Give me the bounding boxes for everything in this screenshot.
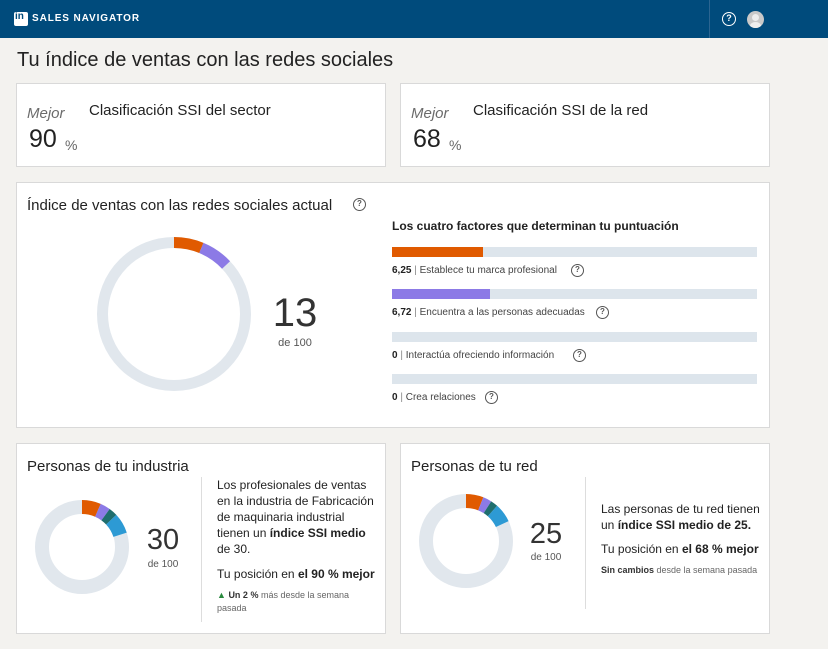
rank-mejor-label: Mejor xyxy=(411,105,449,122)
top-bar: in SALES NAVIGATOR ? xyxy=(0,0,828,38)
brand-name[interactable]: SALES NAVIGATOR xyxy=(32,13,140,24)
factor-bar-4 xyxy=(392,374,757,384)
industry-score-value: 30 xyxy=(146,524,180,556)
position-bold: el 68 % mejor xyxy=(681,542,759,556)
rank-unit: % xyxy=(449,137,462,153)
change-bold: Sin cambios xyxy=(601,565,655,575)
factor-name: Establece tu marca profesional xyxy=(419,265,557,276)
industry-position: Tu posición en el 90 % mejor xyxy=(217,566,387,582)
rank-title: Clasificación SSI del sector xyxy=(89,102,271,119)
factor-bar-2 xyxy=(392,289,757,299)
ssi-donut-chart xyxy=(97,237,251,391)
network-card-title: Personas de tu red xyxy=(411,458,538,475)
factor-label-3: 0 | Interactúa ofreciendo información xyxy=(392,350,555,361)
divider xyxy=(585,477,586,609)
network-people-card: Personas de tu red 25 de 100 Las persona… xyxy=(400,443,770,634)
factor-label-4: 0 | Crea relaciones xyxy=(392,392,476,403)
industry-score-out-of: de 100 xyxy=(147,559,179,570)
position-text: Tu posición en xyxy=(217,567,298,581)
help-circle-icon[interactable]: ? xyxy=(353,198,366,211)
industry-rank-card: Mejor Clasificación SSI del sector 90 % xyxy=(16,83,386,167)
position-text: Tu posición en xyxy=(601,542,682,556)
factor-value: 0 xyxy=(392,392,398,403)
factors-title: Los cuatro factores que determinan tu pu… xyxy=(392,219,679,233)
ssi-score-out-of: de 100 xyxy=(278,337,312,349)
desc-text: de 30. xyxy=(217,542,251,556)
page-title: Tu índice de ventas con las redes social… xyxy=(17,49,394,71)
divider xyxy=(201,477,202,622)
change-text: desde la semana pasada xyxy=(654,565,758,575)
help-circle-icon[interactable]: ? xyxy=(571,264,584,277)
user-avatar-icon[interactable] xyxy=(747,11,764,28)
change-bold: Un 2 % xyxy=(228,590,259,600)
network-description: Las personas de tu red tienen un índice … xyxy=(601,501,766,533)
arrow-up-icon: ▲ xyxy=(217,590,226,600)
help-circle-icon[interactable]: ? xyxy=(573,349,586,362)
industry-change: ▲ Un 2 % más desde la semana pasada xyxy=(217,589,367,615)
factor-bar-fill xyxy=(392,247,484,257)
factor-name: Encuentra a las personas adecuadas xyxy=(419,307,585,318)
industry-people-card: Personas de tu industria 30 de 100 Los p… xyxy=(16,443,386,634)
factor-bar-3 xyxy=(392,332,757,342)
network-score-value: 25 xyxy=(529,518,563,550)
factor-bar-1 xyxy=(392,247,757,257)
help-circle-icon[interactable]: ? xyxy=(596,306,609,319)
factor-label-2: 6,72 | Encuentra a las personas adecuada… xyxy=(392,307,585,318)
help-circle-icon[interactable]: ? xyxy=(722,12,736,26)
factor-bar-fill xyxy=(392,289,491,299)
factor-name: Crea relaciones xyxy=(405,392,476,403)
ssi-score-value: 13 xyxy=(272,291,318,335)
rank-value: 68 xyxy=(413,125,441,153)
position-bold: el 90 % mejor xyxy=(297,567,375,581)
network-change: Sin cambios desde la semana pasada xyxy=(601,564,766,577)
factor-name: Interactúa ofreciendo información xyxy=(405,350,555,361)
topbar-divider xyxy=(709,0,710,38)
help-circle-icon[interactable]: ? xyxy=(485,391,498,404)
rank-title: Clasificación SSI de la red xyxy=(473,102,649,119)
rank-unit: % xyxy=(65,137,78,153)
logo-text: in xyxy=(15,11,24,22)
factor-value: 0 xyxy=(392,350,398,361)
network-donut-chart xyxy=(419,494,513,588)
network-position: Tu posición en el 68 % mejor xyxy=(601,541,771,557)
industry-donut-chart xyxy=(35,500,129,594)
desc-bold: índice SSI medio de 25. xyxy=(617,518,752,532)
ssi-card-title: Índice de ventas con las redes sociales … xyxy=(27,197,333,214)
network-rank-card: Mejor Clasificación SSI de la red 68 % xyxy=(400,83,770,167)
factor-label-1: 6,25 | Establece tu marca profesional xyxy=(392,265,557,276)
linkedin-logo-icon[interactable]: in xyxy=(14,11,28,26)
ssi-score-card: Índice de ventas con las redes sociales … xyxy=(16,182,770,428)
industry-description: Los profesionales de ventas en la indust… xyxy=(217,477,379,557)
network-score-out-of: de 100 xyxy=(530,552,562,563)
industry-card-title: Personas de tu industria xyxy=(27,458,189,475)
factor-value: 6,72 xyxy=(392,307,412,318)
rank-value: 90 xyxy=(29,125,57,153)
factor-value: 6,25 xyxy=(392,265,412,276)
rank-mejor-label: Mejor xyxy=(27,105,65,122)
desc-bold: índice SSI medio xyxy=(269,526,366,540)
